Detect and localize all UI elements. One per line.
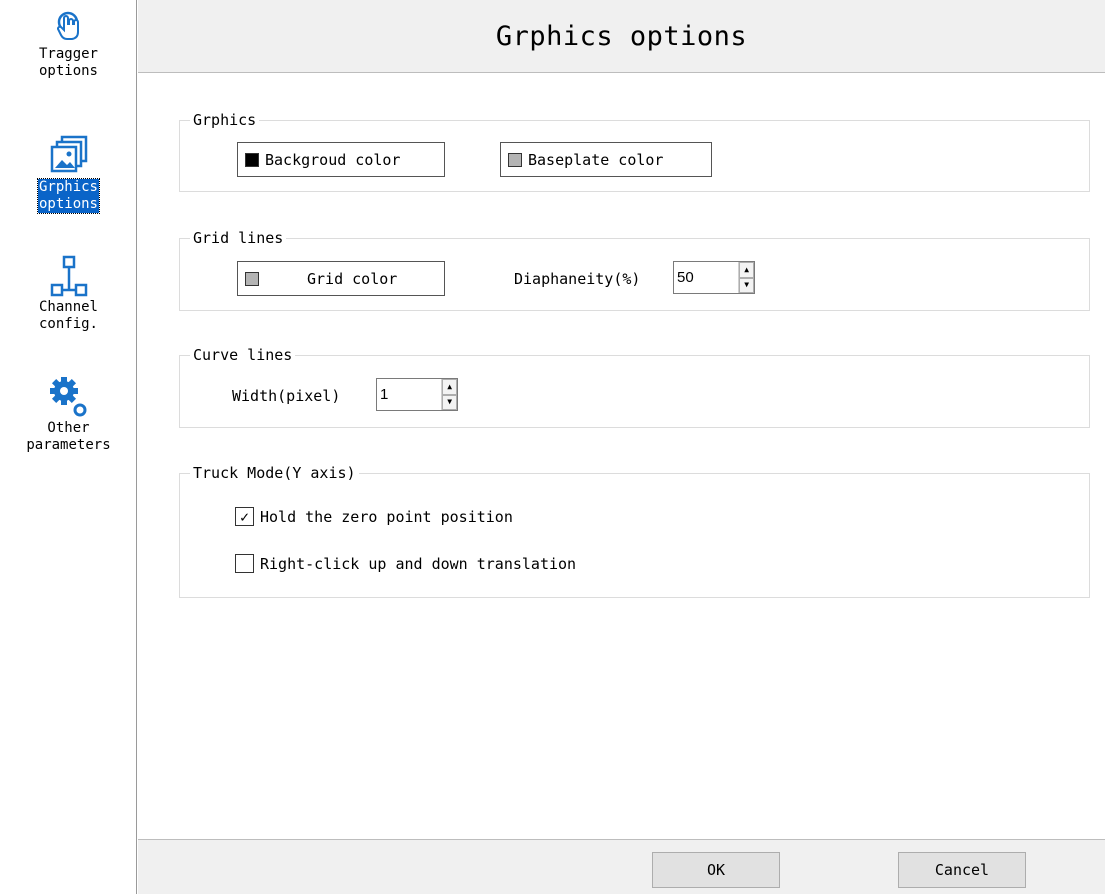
background-color-button[interactable]: Backgroud color [237, 142, 445, 177]
sidebar: Tragger options Grphics options Channel … [0, 0, 137, 894]
spin-down-icon[interactable]: ▼ [739, 277, 754, 293]
width-input[interactable] [377, 379, 442, 410]
sidebar-item-label: Channel config. [38, 299, 98, 332]
grid-color-label: Grid color [307, 269, 398, 288]
dialog-footer: OK Cancel [138, 839, 1105, 894]
background-color-swatch [245, 152, 259, 167]
baseplate-color-button[interactable]: Baseplate color [500, 142, 712, 177]
grid-color-button[interactable]: Grid color [237, 261, 445, 296]
spin-up-icon[interactable]: ▲ [442, 379, 457, 395]
sidebar-item-channel-config[interactable]: Channel config. [0, 255, 137, 333]
hold-zero-point-label: Hold the zero point position [260, 507, 513, 526]
sidebar-item-label: Other parameters [26, 420, 111, 453]
diaphaneity-spin-buttons: ▲ ▼ [738, 262, 754, 293]
curve-lines-group: Curve lines Width(pixel) ▲ ▼ [179, 345, 1090, 428]
page-title: Grphics options [495, 20, 748, 52]
sidebar-item-label: Grphics options [36, 178, 101, 214]
page-header: Grphics options [138, 0, 1105, 73]
cancel-button[interactable]: Cancel [898, 852, 1026, 888]
width-spinbox[interactable]: ▲ ▼ [376, 378, 458, 411]
hold-zero-point-checkbox[interactable]: ✓ [235, 507, 254, 526]
baseplate-color-swatch [508, 152, 522, 167]
diaphaneity-label: Diaphaneity(%) [514, 270, 641, 288]
diaphaneity-input[interactable] [674, 262, 739, 293]
right-click-translation-checkbox-row[interactable]: Right-click up and down translation [235, 554, 576, 573]
sidebar-item-label: Tragger options [38, 46, 98, 79]
graphics-group-legend: Grphics [190, 110, 260, 130]
hold-zero-point-checkbox-row[interactable]: ✓ Hold the zero point position [235, 507, 513, 526]
gears-icon [49, 377, 86, 417]
spin-up-icon[interactable]: ▲ [739, 262, 754, 278]
grid-lines-group-legend: Grid lines [190, 228, 287, 248]
spin-down-icon[interactable]: ▼ [442, 394, 457, 410]
sidebar-item-tragger-options[interactable]: Tragger options [0, 10, 137, 80]
baseplate-color-label: Baseplate color [528, 150, 664, 169]
width-spin-buttons: ▲ ▼ [441, 379, 457, 410]
image-gallery-icon [50, 135, 87, 173]
truck-mode-group: Truck Mode(Y axis) ✓ Hold the zero point… [179, 463, 1090, 598]
network-tree-icon [50, 255, 87, 297]
sidebar-item-grphics-options[interactable]: Grphics options [0, 133, 137, 214]
right-click-translation-checkbox[interactable] [235, 554, 254, 573]
width-pixel-label: Width(pixel) [232, 387, 341, 405]
grid-color-swatch [245, 271, 259, 286]
truck-mode-group-legend: Truck Mode(Y axis) [190, 463, 359, 483]
touch-hand-icon [56, 11, 79, 40]
grid-lines-group: Grid lines Grid color Diaphaneity(%) ▲ ▼ [179, 228, 1090, 311]
diaphaneity-spinbox[interactable]: ▲ ▼ [673, 261, 755, 294]
sidebar-item-other-parameters[interactable]: Other parameters [0, 376, 137, 454]
right-click-translation-label: Right-click up and down translation [260, 554, 577, 573]
ok-button[interactable]: OK [652, 852, 780, 888]
options-panel: Grphics Backgroud color Baseplate color … [138, 74, 1105, 839]
background-color-label: Backgroud color [265, 150, 401, 169]
curve-lines-group-legend: Curve lines [190, 345, 296, 365]
graphics-group: Grphics Backgroud color Baseplate color [179, 110, 1090, 192]
